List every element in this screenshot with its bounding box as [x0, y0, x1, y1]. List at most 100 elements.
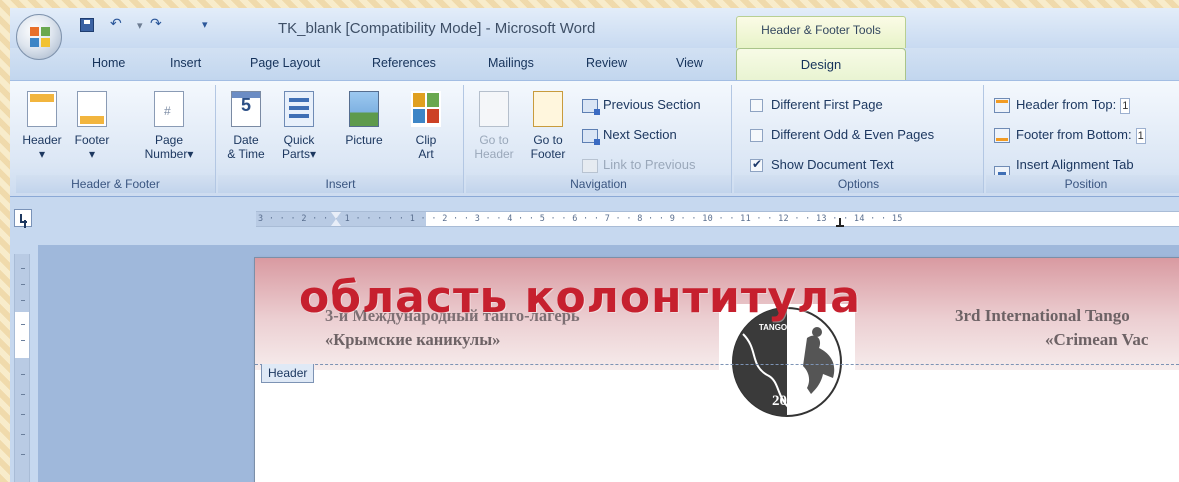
date-time-button[interactable]: Date & Time: [224, 87, 268, 161]
insert-alignment-tab-label: Insert Alignment Tab: [1016, 157, 1134, 172]
undo-icon[interactable]: ↶: [110, 16, 122, 32]
page-number-icon: [154, 91, 184, 127]
office-button[interactable]: [16, 14, 62, 60]
date-time-label-2: & Time: [227, 147, 265, 161]
horizontal-ruler[interactable]: 3 · · · 2 · · · 1 · · · · · 1 · · 2 · · …: [256, 211, 1179, 227]
group-navigation: Go to Header Go to Footer Previous Secti…: [466, 85, 732, 193]
different-odd-even-label: Different Odd & Even Pages: [771, 127, 935, 142]
calendar-icon: [231, 91, 261, 127]
go-to-footer-button[interactable]: Go to Footer: [522, 87, 574, 161]
footer-dropdown-icon: ▾: [88, 147, 96, 161]
date-time-label-1: Date: [233, 133, 259, 147]
show-document-text-checkbox[interactable]: [750, 157, 763, 173]
different-odd-even-checkbox[interactable]: [750, 129, 763, 143]
redo-icon[interactable]: ↷: [150, 16, 162, 32]
link-to-previous-label: Link to Previous: [603, 157, 696, 172]
header-right-line-2[interactable]: «Crimean Vac: [1045, 330, 1148, 350]
clip-art-label-2: Art: [418, 147, 434, 161]
quick-parts-button[interactable]: Quick Parts▾: [274, 87, 324, 161]
footer-from-bottom-input[interactable]: 1: [1135, 127, 1146, 144]
vertical-ruler-body: [15, 358, 29, 482]
left-tab-icon: [20, 221, 27, 223]
context-tab-group-label: Header & Footer Tools: [761, 23, 881, 37]
ruler-row: 3 · · · 2 · · · 1 · · · · · 1 · · 2 · · …: [10, 197, 1179, 245]
header-from-top-input[interactable]: 1: [1120, 97, 1131, 114]
vertical-ruler-tick: [21, 394, 25, 395]
tab-mailings[interactable]: Mailings: [488, 56, 534, 70]
go-to-footer-label-2: Footer: [530, 147, 566, 161]
footer-button-label: Footer: [74, 133, 110, 147]
tab-insert[interactable]: Insert: [170, 56, 201, 70]
vertical-ruler-tick: [21, 454, 25, 455]
tab-design[interactable]: Design: [736, 48, 906, 80]
page-number-label-1: Page: [154, 133, 184, 147]
tab-stop-marker[interactable]: [836, 218, 844, 227]
footer-icon: [77, 91, 107, 127]
context-tab-group: Header & Footer Tools: [736, 16, 906, 48]
show-document-text-label: Show Document Text: [771, 157, 894, 172]
footer-button[interactable]: Footer ▾: [70, 87, 114, 161]
logo-year: 2008: [772, 393, 802, 409]
group-label-navigation: Navigation: [466, 175, 731, 193]
picture-label: Picture: [345, 133, 383, 147]
annotation-overlay-text: область колонтитула: [299, 272, 861, 323]
header-dropdown-icon: ▾: [38, 147, 46, 161]
clip-art-icon: [411, 91, 441, 127]
next-section-button[interactable]: Next Section: [582, 127, 677, 145]
previous-section-icon: [582, 98, 600, 115]
document-page[interactable]: 3-й Международный танго-лагерь «Крымские…: [254, 257, 1179, 482]
picture-button[interactable]: Picture: [336, 87, 392, 147]
go-to-footer-icon: [533, 91, 563, 127]
first-line-indent-marker[interactable]: [331, 212, 341, 219]
tab-references[interactable]: References: [372, 56, 436, 70]
link-to-previous-button[interactable]: Link to Previous: [582, 157, 696, 173]
tab-page-layout[interactable]: Page Layout: [250, 56, 320, 70]
vertical-ruler[interactable]: [14, 254, 30, 482]
go-to-header-button[interactable]: Go to Header: [470, 87, 518, 161]
save-icon[interactable]: [80, 18, 94, 32]
header-tag: Header: [261, 364, 315, 383]
tab-review[interactable]: Review: [586, 56, 627, 70]
different-odd-even-option[interactable]: Different Odd & Even Pages: [750, 127, 935, 143]
word-window: ↶ ▾ ↷ ▾ TK_blank [Compatibility Mode] - …: [10, 8, 1179, 482]
insert-alignment-tab-button[interactable]: Insert Alignment Tab: [994, 157, 1134, 182]
header-right-line-1[interactable]: 3rd International Tango: [955, 306, 1130, 326]
footer-from-bottom-label: Footer from Bottom:: [1016, 127, 1132, 142]
different-first-page-option[interactable]: Different First Page: [750, 97, 883, 113]
customize-qat-icon[interactable]: ▾: [202, 18, 208, 31]
ruler-tick-labels: 3 · · · 2 · · · 1 · · · · · 1 · · 2 · · …: [258, 214, 903, 224]
group-options: Different First Page Different Odd & Eve…: [734, 85, 984, 193]
page-number-dropdown-icon: ▾: [187, 147, 194, 161]
quick-parts-dropdown-icon: ▾: [309, 147, 317, 161]
ribbon-tabs: Home Insert Page Layout References Maili…: [10, 48, 1179, 80]
tab-selector-button[interactable]: [14, 209, 32, 227]
logo-text: TANGO: [759, 323, 787, 332]
vertical-ruler-tick: [21, 374, 25, 375]
header-boundary-line: [255, 364, 1179, 365]
header-button-label: Header: [22, 133, 62, 147]
previous-section-button[interactable]: Previous Section: [582, 97, 701, 115]
tab-home[interactable]: Home: [92, 56, 125, 70]
tab-view[interactable]: View: [676, 56, 703, 70]
hanging-indent-marker[interactable]: [331, 219, 341, 226]
header-button[interactable]: Header ▾: [20, 87, 64, 161]
quick-parts-icon: [284, 91, 314, 127]
page-number-button[interactable]: Page Number▾: [136, 87, 202, 161]
group-label-position: Position: [986, 175, 1179, 193]
clip-art-button[interactable]: Clip Art: [404, 87, 448, 161]
footer-from-bottom: Footer from Bottom: 1: [994, 127, 1146, 144]
title-bar: ↶ ▾ ↷ ▾ TK_blank [Compatibility Mode] - …: [10, 8, 1179, 48]
office-logo-icon: [30, 27, 50, 47]
qat-separator: ▾: [137, 19, 143, 32]
header-from-top-icon: [994, 98, 1010, 114]
header-left-line-2[interactable]: «Крымские каникулы»: [325, 330, 500, 350]
vertical-ruler-top-margin: [15, 254, 29, 312]
different-first-page-checkbox[interactable]: [750, 99, 763, 113]
clip-art-label-1: Clip: [415, 133, 437, 147]
group-label-options: Options: [734, 175, 983, 193]
go-to-header-label-1: Go to: [479, 133, 509, 147]
vertical-ruler-tick: [21, 300, 25, 301]
vertical-ruler-tick: [21, 414, 25, 415]
show-document-text-option[interactable]: Show Document Text: [750, 157, 894, 173]
header-icon: [27, 91, 57, 127]
